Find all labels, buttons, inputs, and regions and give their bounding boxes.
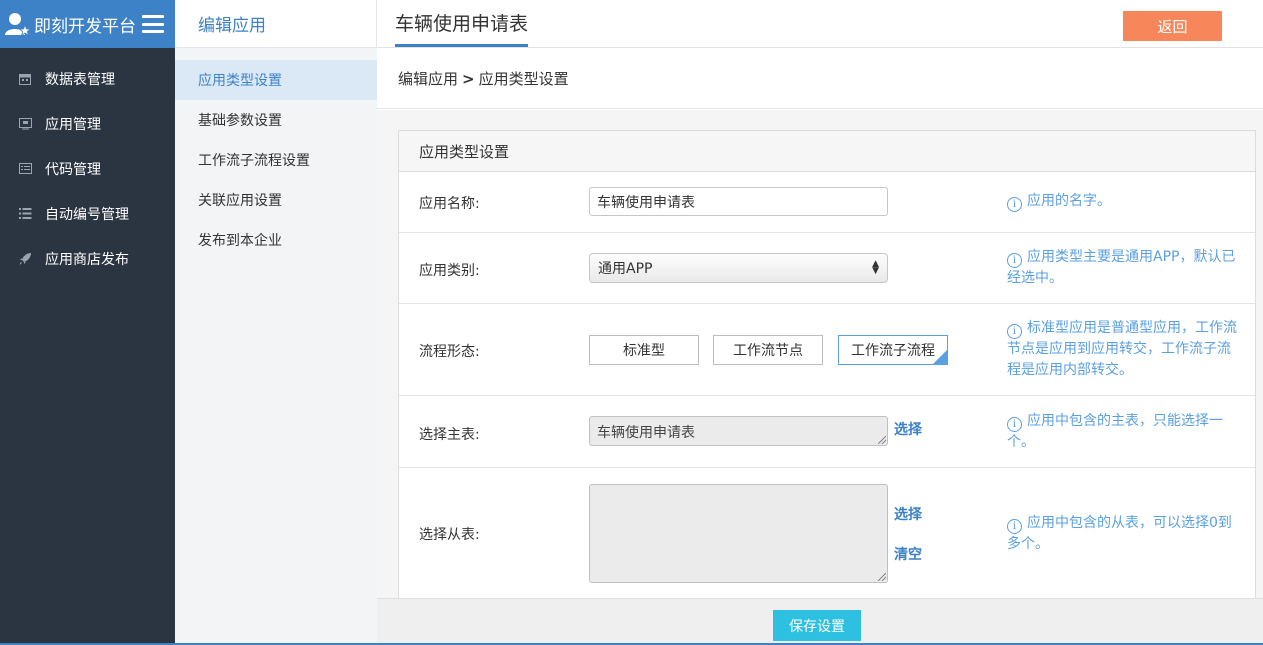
app-name-label: 应用名称:	[419, 196, 480, 212]
flow-option-label: 工作流子流程	[851, 343, 935, 359]
sub-table-row: 选择从表: 选择 清空 i 应用中包含的从表，可以选择0到多个。	[399, 468, 1255, 598]
selected-corner-icon	[933, 350, 947, 364]
breadcrumb-current: 应用类型设置	[478, 70, 569, 88]
calendar-icon	[18, 72, 32, 86]
info-icon: i	[1007, 197, 1022, 212]
flow-option-workflow-node[interactable]: 工作流节点	[713, 335, 823, 365]
nav-item-label: 数据表管理	[45, 71, 115, 88]
settings-panel: 应用类型设置 应用名称: 车辆使用申请表 i 应用的名字。 应用类别: 通用APP…	[398, 130, 1256, 598]
sub-table-label: 选择从表:	[419, 527, 480, 543]
nav-item-label: 应用管理	[45, 116, 101, 133]
rocket-icon	[18, 252, 32, 266]
main-table-row: 选择主表: 车辆使用申请表 选择 i 应用中包含的主表，只能选择一个。	[399, 396, 1255, 468]
content-area: 应用类型设置 应用名称: 车辆使用申请表 i 应用的名字。 应用类别: 通用APP…	[377, 110, 1263, 598]
hint-text: 标准型应用是普通型应用，工作流节点是应用到应用转交，工作流子流程是应用内部转交。	[1007, 320, 1237, 378]
info-icon: i	[1007, 519, 1022, 534]
breadcrumb-separator: >	[462, 69, 475, 88]
sub-item-basic-params[interactable]: 基础参数设置	[175, 100, 377, 140]
sub-table-hint: i 应用中包含的从表，可以选择0到多个。	[1007, 513, 1239, 555]
main-nav: 数据表管理 应用管理 代码管理 自动编号管理 应用商店发布	[0, 56, 175, 281]
app-category-hint: i 应用类型主要是通用APP，默认已经选中。	[1007, 247, 1239, 289]
footer-bar: 保存设置	[377, 598, 1263, 645]
select-arrows-icon: ▲ ▼	[872, 259, 879, 276]
panel-title: 应用类型设置	[399, 131, 1255, 172]
sub-item-workflow-subprocess[interactable]: 工作流子流程设置	[175, 140, 377, 180]
app-name-row: 应用名称: 车辆使用申请表 i 应用的名字。	[399, 172, 1255, 233]
main-table-select-link[interactable]: 选择	[894, 419, 922, 439]
flow-form-row: 流程形态: 标准型 工作流节点 工作流子流程 i 标准型应用是普通型应用，工作流节…	[399, 304, 1255, 396]
resize-grip-icon[interactable]	[878, 573, 886, 581]
breadcrumb: 编辑应用 > 应用类型设置	[377, 49, 1263, 109]
info-icon: i	[1007, 324, 1022, 339]
nav-item-label: 应用商店发布	[45, 251, 129, 268]
flow-form-hint: i 标准型应用是普通型应用，工作流节点是应用到应用转交，工作流子流程是应用内部转交…	[1007, 318, 1239, 381]
sub-item-publish-enterprise[interactable]: 发布到本企业	[175, 220, 377, 260]
sub-table-select-link[interactable]: 选择	[894, 504, 922, 524]
hamburger-icon[interactable]	[142, 15, 164, 33]
main-table-value: 车辆使用申请表	[597, 425, 695, 441]
sub-table-clear-link[interactable]: 清空	[894, 544, 922, 564]
user-star-icon	[4, 10, 32, 38]
info-icon: i	[1007, 417, 1022, 432]
monitor-icon	[18, 117, 32, 131]
sub-sidebar: 编辑应用 应用类型设置 基础参数设置 工作流子流程设置 关联应用设置 发布到本企…	[175, 0, 377, 645]
app-category-selected: 通用APP	[598, 261, 653, 277]
sub-nav: 应用类型设置 基础参数设置 工作流子流程设置 关联应用设置 发布到本企业	[175, 60, 377, 260]
list-icon	[18, 207, 32, 221]
brand-bar: 即刻开发平台	[0, 0, 175, 48]
nav-item-code[interactable]: 代码管理	[0, 146, 175, 191]
main-sidebar: 即刻开发平台 数据表管理 应用管理 代码管理 自动编号管理 应用商店发布	[0, 0, 175, 645]
hint-text: 应用类型主要是通用APP，默认已经选中。	[1007, 249, 1236, 286]
breadcrumb-parent[interactable]: 编辑应用	[398, 68, 458, 89]
flow-form-label: 流程形态:	[419, 344, 480, 360]
top-header: 车辆使用申请表 返回	[377, 0, 1263, 48]
resize-grip-icon[interactable]	[878, 436, 886, 444]
hint-text: 应用中包含的从表，可以选择0到多个。	[1007, 515, 1232, 552]
nav-item-apps[interactable]: 应用管理	[0, 101, 175, 146]
sub-item-app-type[interactable]: 应用类型设置	[175, 60, 377, 100]
save-settings-button[interactable]: 保存设置	[773, 610, 861, 641]
flow-option-workflow-subprocess[interactable]: 工作流子流程	[838, 335, 948, 365]
sub-table-field[interactable]	[589, 484, 888, 583]
app-category-row: 应用类别: 通用APP ▲ ▼ i 应用类型主要是通用APP，默认已经选中。	[399, 233, 1255, 304]
page-title: 车辆使用申请表	[395, 9, 529, 47]
nav-item-auto-numbering[interactable]: 自动编号管理	[0, 191, 175, 236]
back-button[interactable]: 返回	[1123, 11, 1222, 41]
main-table-field: 车辆使用申请表	[589, 416, 888, 446]
app-name-hint: i 应用的名字。	[1007, 191, 1239, 212]
app-name-input[interactable]: 车辆使用申请表	[589, 187, 888, 216]
nav-item-data-tables[interactable]: 数据表管理	[0, 56, 175, 101]
hint-text: 应用的名字。	[1027, 193, 1111, 209]
hint-text: 应用中包含的主表，只能选择一个。	[1007, 413, 1223, 450]
brand-title: 即刻开发平台	[34, 16, 136, 37]
nav-item-label: 代码管理	[45, 161, 101, 178]
nav-item-label: 自动编号管理	[45, 206, 129, 223]
app-category-select[interactable]: 通用APP ▲ ▼	[589, 253, 888, 283]
flow-option-standard[interactable]: 标准型	[589, 335, 699, 365]
sub-item-related-apps[interactable]: 关联应用设置	[175, 180, 377, 220]
main-table-hint: i 应用中包含的主表，只能选择一个。	[1007, 411, 1239, 453]
list-box-icon	[18, 162, 32, 176]
sub-sidebar-title: 编辑应用	[175, 0, 377, 48]
nav-item-app-store[interactable]: 应用商店发布	[0, 236, 175, 281]
info-icon: i	[1007, 253, 1022, 268]
app-category-label: 应用类别:	[419, 263, 480, 279]
main-table-label: 选择主表:	[419, 427, 480, 443]
